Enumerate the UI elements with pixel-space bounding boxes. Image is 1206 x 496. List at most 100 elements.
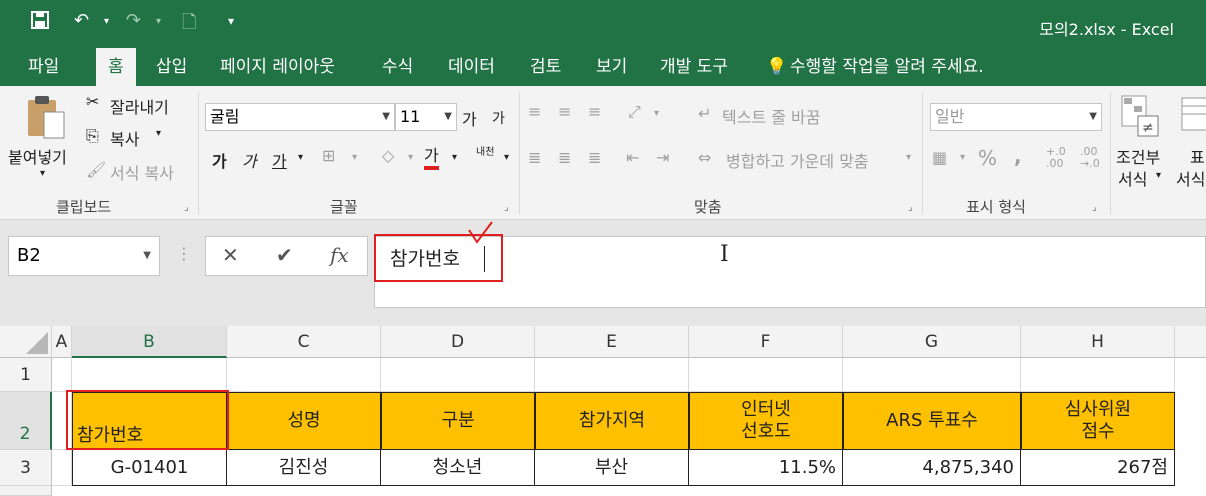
tell-me-box[interactable]: 수행할 작업을 알려 주세요. xyxy=(790,48,984,86)
comma-button[interactable]: , xyxy=(1014,144,1022,168)
cell-b1[interactable] xyxy=(72,358,227,392)
wrap-text-button[interactable]: 텍스트 줄 바꿈 xyxy=(722,104,821,128)
number-format-select[interactable]: 일반 ▼ xyxy=(930,103,1102,131)
tab-developer[interactable]: 개발 도구 xyxy=(660,48,728,86)
orientation-icon[interactable]: ⤢ xyxy=(628,102,641,122)
column-header-d[interactable]: D xyxy=(381,326,535,358)
row-header-3[interactable]: 3 xyxy=(0,450,52,486)
cell-c1[interactable] xyxy=(227,358,381,392)
format-table-button[interactable]: 표 xyxy=(1190,144,1205,168)
cell-c2[interactable]: 성명 xyxy=(227,392,381,450)
select-all-corner[interactable] xyxy=(0,326,52,358)
font-color-button[interactable]: 가 xyxy=(424,146,439,170)
grow-font-button[interactable]: 가 xyxy=(462,106,477,130)
row-header-1[interactable]: 1 xyxy=(0,358,52,392)
cancel-icon[interactable]: ✕ xyxy=(222,243,239,267)
percent-button[interactable]: % xyxy=(978,146,997,170)
name-box[interactable]: B2 ▼ xyxy=(8,236,160,276)
underline-button[interactable]: 가 xyxy=(272,148,287,172)
column-header-a[interactable]: A xyxy=(52,326,72,358)
cell-e2[interactable]: 참가지역 xyxy=(535,392,689,450)
increase-decimal-button[interactable]: +.0 .00 xyxy=(1046,146,1074,170)
undo-dropdown-icon[interactable]: ▾ xyxy=(104,16,109,27)
underline-dropdown-icon[interactable]: ▾ xyxy=(298,152,303,163)
paste-icon[interactable] xyxy=(22,94,68,146)
cell-f3[interactable]: 11.5% xyxy=(689,450,843,486)
redo-icon[interactable]: ↷ xyxy=(126,10,141,31)
print-preview-icon[interactable]: 🗋 xyxy=(182,10,196,40)
conditional-dropdown-icon[interactable]: ▾ xyxy=(1156,170,1161,181)
accounting-dropdown-icon[interactable]: ▾ xyxy=(960,152,965,163)
undo-icon[interactable]: ↶ xyxy=(74,10,89,31)
align-bottom-icon[interactable]: ≡ xyxy=(588,102,601,121)
merge-dropdown-icon[interactable]: ▾ xyxy=(906,152,911,163)
conditional-format-button[interactable]: 조건부 xyxy=(1116,144,1160,168)
row-header-2[interactable]: 2 xyxy=(0,392,52,450)
borders-dropdown-icon[interactable]: ▾ xyxy=(352,152,357,163)
orientation-dropdown-icon[interactable]: ▾ xyxy=(654,108,659,119)
align-right-icon[interactable]: ≣ xyxy=(588,148,601,167)
chevron-down-icon[interactable]: ▼ xyxy=(143,237,151,275)
customize-icon[interactable]: ▾ xyxy=(228,14,234,28)
redo-dropdown-icon[interactable]: ▾ xyxy=(156,16,161,27)
format-painter-button[interactable]: 서식 복사 xyxy=(110,160,174,184)
cell-e3[interactable]: 부산 xyxy=(535,450,689,486)
fill-color-icon[interactable]: ◇ xyxy=(382,146,394,165)
font-name-select[interactable]: 굴림 ▼ xyxy=(205,103,395,131)
tab-insert[interactable]: 삽입 xyxy=(156,48,187,86)
font-launcher-icon[interactable]: ⌟ xyxy=(504,202,509,213)
tab-page-layout[interactable]: 페이지 레이아웃 xyxy=(220,48,335,86)
enter-icon[interactable]: ✔ xyxy=(276,243,293,267)
cell-h1[interactable] xyxy=(1021,358,1175,392)
column-header-e[interactable]: E xyxy=(535,326,689,358)
tab-formulas[interactable]: 수식 xyxy=(382,48,413,86)
copy-button[interactable]: 복사 xyxy=(110,126,139,150)
column-header-h[interactable]: H xyxy=(1021,326,1175,358)
italic-button[interactable]: 가 xyxy=(242,148,257,172)
align-top-icon[interactable]: ≡ xyxy=(528,102,541,121)
clipboard-launcher-icon[interactable]: ⌟ xyxy=(184,202,189,213)
phonetic-button[interactable]: 내천 xyxy=(476,148,498,158)
align-middle-icon[interactable]: ≡ xyxy=(558,102,571,121)
borders-icon[interactable]: ⊞ xyxy=(322,146,335,165)
column-header-next[interactable] xyxy=(1175,326,1206,358)
cell-a1[interactable] xyxy=(52,358,72,392)
cell-f1[interactable] xyxy=(689,358,843,392)
tab-view[interactable]: 보기 xyxy=(596,48,627,86)
decrease-indent-icon[interactable]: ⇤ xyxy=(626,148,639,167)
cell-g3[interactable]: 4,875,340 xyxy=(843,450,1021,486)
increase-indent-icon[interactable]: ⇥ xyxy=(656,148,669,167)
save-icon[interactable] xyxy=(30,10,50,35)
font-color-dropdown-icon[interactable]: ▾ xyxy=(452,152,457,163)
tab-home[interactable]: 홈 xyxy=(96,48,136,86)
paste-dropdown-icon[interactable]: ▾ xyxy=(40,168,45,179)
cell-c3[interactable]: 김진성 xyxy=(227,450,381,486)
alignment-launcher-icon[interactable]: ⌟ xyxy=(908,202,913,213)
cell-e1[interactable] xyxy=(535,358,689,392)
cell-b3[interactable]: G-01401 xyxy=(72,450,227,486)
drag-handle-icon[interactable]: ⋮ xyxy=(176,244,192,263)
cut-button[interactable]: 잘라내기 xyxy=(110,94,169,118)
column-header-c[interactable]: C xyxy=(227,326,381,358)
column-header-b[interactable]: B xyxy=(72,326,227,358)
cell-d2[interactable]: 구분 xyxy=(381,392,535,450)
font-size-select[interactable]: 11 ▼ xyxy=(395,103,457,131)
tab-data[interactable]: 데이터 xyxy=(448,48,495,86)
tab-file[interactable]: 파일 xyxy=(28,48,59,86)
bold-button[interactable]: 가 xyxy=(212,148,227,172)
decrease-decimal-button[interactable]: .00 →.0 xyxy=(1080,146,1108,170)
merge-center-button[interactable]: 병합하고 가운데 맞춤 xyxy=(726,148,869,172)
cell-h3[interactable]: 267점 xyxy=(1021,450,1175,486)
cell-g1[interactable] xyxy=(843,358,1021,392)
cell-f2[interactable]: 인터넷 선호도 xyxy=(689,392,843,450)
paste-button[interactable]: 붙여넣기 xyxy=(8,144,67,168)
cell-a3[interactable] xyxy=(52,450,72,486)
insert-function-icon[interactable]: fx xyxy=(330,243,349,267)
fill-dropdown-icon[interactable]: ▾ xyxy=(408,152,413,163)
accounting-format-icon[interactable]: ▦ xyxy=(932,148,947,167)
align-left-icon[interactable]: ≣ xyxy=(528,148,541,167)
column-header-f[interactable]: F xyxy=(689,326,843,358)
cell-g2[interactable]: ARS 투표수 xyxy=(843,392,1021,450)
cell-d3[interactable]: 청소년 xyxy=(381,450,535,486)
copy-dropdown-icon[interactable]: ▾ xyxy=(156,128,161,139)
